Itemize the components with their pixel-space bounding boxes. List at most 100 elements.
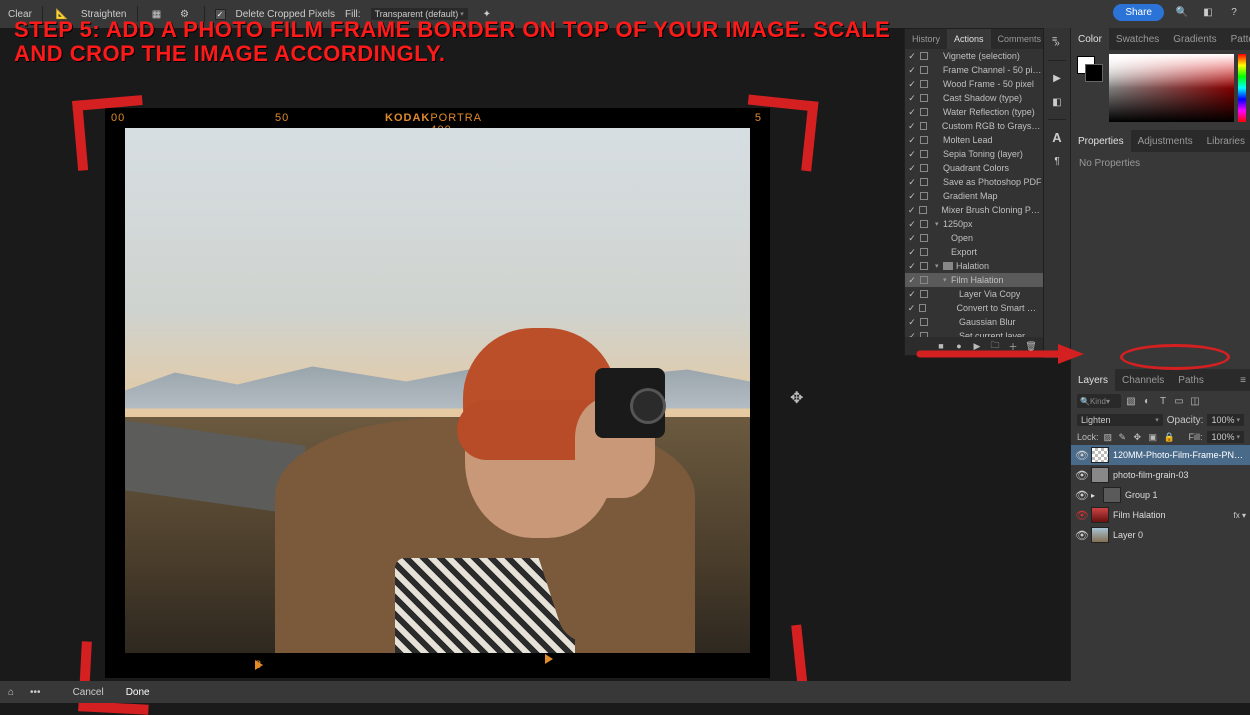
home-icon[interactable]: ⌂ [8,687,14,698]
layer-thumbnail[interactable] [1103,487,1121,503]
action-toggle-checkbox[interactable]: ✓ [907,247,917,258]
foreground-background-swatch[interactable] [1077,56,1103,82]
tab-comments[interactable]: Comments [991,29,1049,49]
action-toggle-checkbox[interactable]: ✓ [907,317,917,328]
layer-visibility-icon[interactable]: 👁 [1075,469,1087,482]
action-toggle-checkbox[interactable]: ✓ [907,275,917,286]
action-dialog-toggle[interactable] [920,150,928,158]
action-dialog-toggle[interactable] [920,276,928,284]
tab-paths[interactable]: Paths [1171,369,1211,391]
action-item[interactable]: ✓Convert to Smart Object [905,301,1043,315]
tab-layers[interactable]: Layers [1071,369,1115,391]
tab-adjustments[interactable]: Adjustments [1131,130,1200,152]
opacity-input[interactable]: 100%▾ [1207,414,1244,426]
tab-actions[interactable]: Actions [947,29,991,49]
actions-list[interactable]: ✓Vignette (selection)✓Frame Channel - 50… [905,49,1043,337]
action-dialog-toggle[interactable] [920,318,928,326]
action-item[interactable]: ✓Mixer Brush Cloning Pain... [905,203,1043,217]
action-item[interactable]: ✓Vignette (selection) [905,49,1043,63]
tab-history[interactable]: History [905,29,947,49]
action-item[interactable]: ✓Sepia Toning (layer) [905,147,1043,161]
lock-transparency-icon[interactable]: ▨ [1104,432,1114,442]
action-dialog-toggle[interactable] [920,262,928,270]
action-dialog-toggle[interactable] [920,108,928,116]
action-dialog-toggle[interactable] [920,220,928,228]
film-frame-layer[interactable]: 00 50 KODAK PORTRA 400 5 8 [105,108,770,678]
action-item[interactable]: ✓Export [905,245,1043,259]
filter-shape-icon[interactable]: ▭ [1173,395,1185,407]
disclosure-caret-icon[interactable]: ▸ [1091,491,1099,500]
action-item[interactable]: ✓Molten Lead [905,133,1043,147]
panel-menu-icon[interactable]: ≡ [1048,34,1061,44]
action-dialog-toggle[interactable] [920,290,928,298]
tab-properties[interactable]: Properties [1071,130,1131,152]
lock-position-icon[interactable]: ✥ [1134,432,1144,442]
action-item[interactable]: ✓Frame Channel - 50 pixel [905,63,1043,77]
action-item[interactable]: ✓Cast Shadow (type) [905,91,1043,105]
layer-row[interactable]: 👁 photo-film-grain-03 [1071,465,1250,485]
layer-thumbnail[interactable] [1091,507,1109,523]
tab-libraries[interactable]: Libraries [1200,130,1250,152]
tab-color[interactable]: Color [1071,28,1109,50]
action-dialog-toggle[interactable] [920,122,928,130]
action-dialog-toggle[interactable] [920,164,928,172]
layer-visibility-icon[interactable]: 👁 [1075,509,1087,522]
layer-visibility-icon[interactable]: 👁 [1075,489,1087,502]
action-toggle-checkbox[interactable]: ✓ [907,261,917,272]
action-toggle-checkbox[interactable]: ✓ [907,191,917,202]
action-toggle-checkbox[interactable]: ✓ [907,149,917,160]
action-item[interactable]: ✓Gradient Map [905,189,1043,203]
action-item[interactable]: ✓▾Halation [905,259,1043,273]
disclosure-caret-icon[interactable]: ▾ [935,220,943,228]
layer-row[interactable]: 👁120MM-Photo-Film-Frame-PNG-03 [1071,445,1250,465]
panel-icon[interactable]: ◧ [1048,93,1066,111]
filter-pixel-icon[interactable]: ▧ [1125,395,1137,407]
layer-row[interactable]: 👁 Layer 0 [1071,525,1250,545]
layer-name[interactable]: photo-film-grain-03 [1113,470,1246,480]
tab-patterns[interactable]: Patterns [1224,28,1250,50]
filter-adjust-icon[interactable]: ◐ [1141,395,1153,407]
action-dialog-toggle[interactable] [920,94,928,102]
layer-row[interactable]: 👁 Film Halation fx ▾ [1071,505,1250,525]
canvas-area[interactable]: 00 50 KODAK PORTRA 400 5 8 ✥ [0,28,905,688]
tab-swatches[interactable]: Swatches [1109,28,1166,50]
action-toggle-checkbox[interactable]: ✓ [907,289,917,300]
layer-name[interactable]: 120MM-Photo-Film-Frame-PNG-03 [1113,450,1246,460]
search-icon[interactable]: 🔍 [1174,5,1190,21]
disclosure-caret-icon[interactable]: ▾ [935,262,943,270]
action-item[interactable]: ✓Quadrant Colors [905,161,1043,175]
play-button-icon[interactable]: ▶ [1048,69,1066,87]
character-panel-icon[interactable]: A [1048,128,1066,146]
layer-visibility-icon[interactable]: 👁 [1075,529,1087,542]
workspace-icon[interactable]: ◧ [1200,5,1216,21]
action-dialog-toggle[interactable] [920,52,928,60]
action-item[interactable]: ✓▾Film Halation [905,273,1043,287]
action-toggle-checkbox[interactable]: ✓ [907,93,917,104]
action-dialog-toggle[interactable] [920,234,928,242]
action-dialog-toggle[interactable] [919,304,926,312]
lock-brush-icon[interactable]: ✎ [1119,432,1129,442]
layer-name[interactable]: Layer 0 [1113,530,1246,540]
share-button[interactable]: Share [1113,4,1164,21]
layer-name[interactable]: Film Halation [1113,510,1230,520]
panel-menu-icon[interactable]: ≡ [1236,375,1250,386]
cancel-button[interactable]: Cancel [67,685,110,700]
action-toggle-checkbox[interactable]: ✓ [907,205,916,216]
action-item[interactable]: ✓Custom RGB to Grayscale [905,119,1043,133]
action-item[interactable]: ✓▾1250px [905,217,1043,231]
layer-name[interactable]: Group 1 [1125,490,1246,500]
layer-fx-badge[interactable]: fx ▾ [1234,511,1246,520]
action-item[interactable]: ✓Open [905,231,1043,245]
action-toggle-checkbox[interactable]: ✓ [907,163,917,174]
layer-row[interactable]: 👁 ▸ Group 1 [1071,485,1250,505]
filter-smart-icon[interactable]: ◫ [1189,395,1201,407]
layer-thumbnail[interactable] [1091,527,1109,543]
more-button[interactable]: ••• [24,685,47,700]
action-item[interactable]: ✓Water Reflection (type) [905,105,1043,119]
action-item[interactable]: ✓Set current layer [905,329,1043,337]
action-toggle-checkbox[interactable]: ✓ [907,303,916,314]
action-toggle-checkbox[interactable]: ✓ [907,135,917,146]
action-dialog-toggle[interactable] [920,192,928,200]
action-toggle-checkbox[interactable]: ✓ [907,79,917,90]
help-icon[interactable]: ? [1226,5,1242,21]
